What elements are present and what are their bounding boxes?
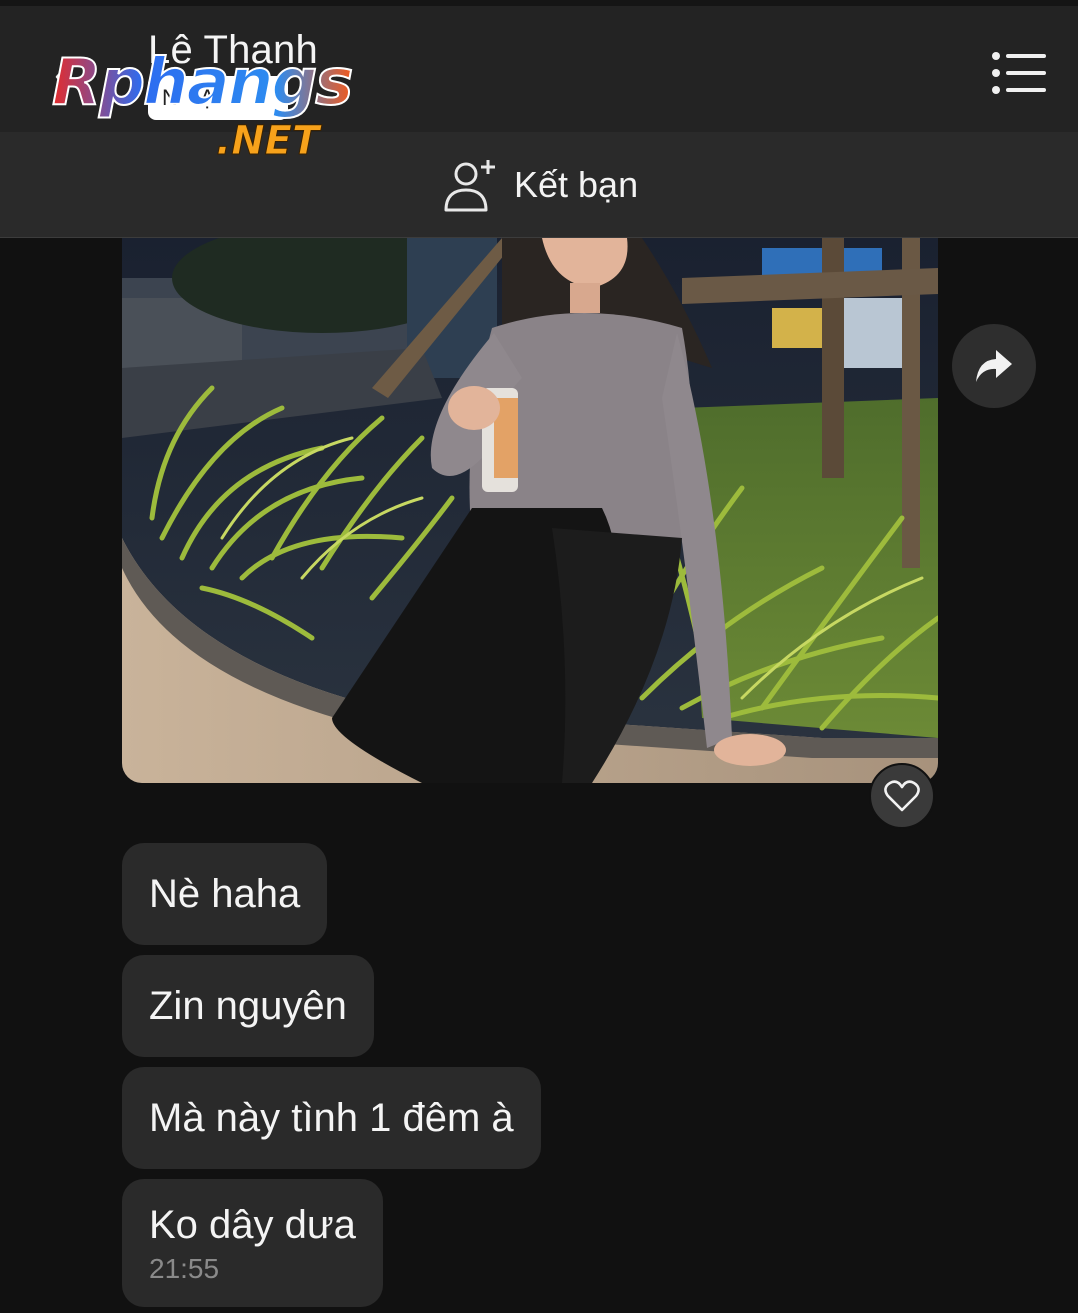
message-bubble[interactable]: Zin nguyên — [122, 955, 374, 1057]
add-friend-button[interactable]: Kết bạn — [440, 152, 670, 218]
contact-status: N Ạ — [148, 76, 288, 120]
message-timestamp: 21:55 — [149, 1253, 220, 1284]
message-text: Zin nguyên — [149, 984, 347, 1028]
message-text: Mà này tình 1 đêm à — [149, 1096, 514, 1140]
message-text: Nè haha — [149, 872, 301, 916]
contact-name[interactable]: Lê Thanh — [148, 28, 318, 73]
message-bubble[interactable]: Ko dây dưa 21:55 — [122, 1179, 383, 1307]
chat-header: ‹ Lê Thanh N Ạ — [0, 0, 1078, 132]
photo-message[interactable] — [122, 238, 938, 783]
add-user-icon — [444, 160, 495, 212]
message-text: Ko dây dưa — [149, 1203, 356, 1247]
forward-share-icon[interactable] — [952, 324, 1036, 408]
add-friend-label: Kết bạn — [514, 164, 639, 205]
heart-outline-icon[interactable] — [869, 763, 935, 829]
chevron-left-icon[interactable]: ‹ — [40, 52, 80, 98]
list-menu-icon[interactable] — [990, 48, 1048, 98]
message-bubble[interactable]: Mà này tình 1 đêm à — [122, 1067, 541, 1169]
message-list[interactable]: Nè haha Zin nguyên Mà này tình 1 đêm à K… — [0, 238, 1078, 1313]
chat-screen: ‹ Lê Thanh N Ạ Kết bạn Nè haha Zin nguyê… — [0, 0, 1078, 1313]
friend-request-bar: Kết bạn — [0, 132, 1078, 238]
message-bubble[interactable]: Nè haha — [122, 843, 328, 945]
